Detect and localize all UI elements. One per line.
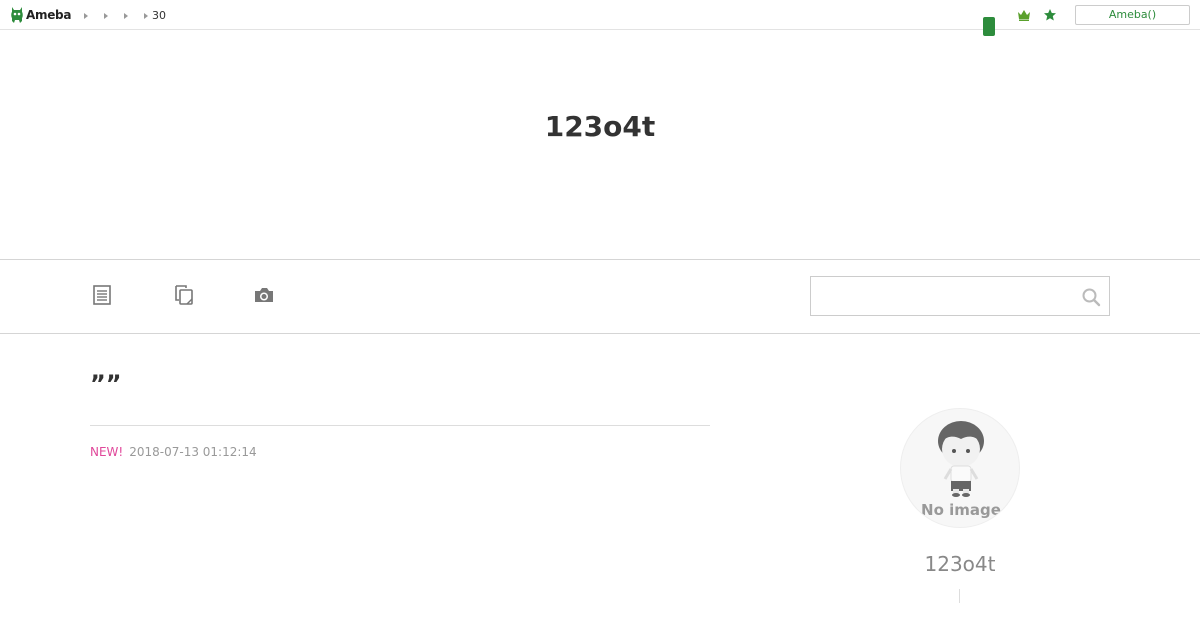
ameba-login-button[interactable]: Ameba() — [1075, 5, 1190, 25]
notification-tab[interactable] — [983, 17, 995, 36]
caret-right-icon — [124, 12, 128, 19]
entry-list-icon[interactable] — [90, 284, 114, 306]
camera-icon[interactable] — [252, 284, 276, 306]
entry-title[interactable]: ”” — [90, 370, 122, 398]
caret-right-icon — [144, 12, 148, 19]
blog-title[interactable]: 123o4t — [0, 110, 1200, 143]
profile-name[interactable]: 123o4t — [860, 552, 1060, 576]
new-badge: NEW! — [90, 445, 124, 459]
breadcrumb-item[interactable] — [104, 12, 112, 19]
blog-nav — [0, 259, 1200, 334]
ameba-logo-icon — [11, 7, 23, 23]
breadcrumb-label: 30 — [152, 9, 166, 22]
avatar[interactable]: No image — [900, 408, 1020, 528]
pages-icon[interactable] — [172, 284, 196, 306]
breadcrumb-item[interactable] — [124, 12, 132, 19]
crown-icon[interactable] — [1017, 8, 1031, 22]
breadcrumb: 30 — [84, 9, 166, 22]
ameba-logo-text: Ameba — [26, 8, 72, 22]
search-box — [810, 276, 1110, 316]
search-icon[interactable] — [1081, 287, 1101, 307]
entry-meta: NEW! 2018-07-13 01:12:14 — [90, 445, 257, 459]
caret-right-icon — [84, 12, 88, 19]
top-bar: Ameba 30 Ameba() — [0, 0, 1200, 30]
caret-right-icon — [104, 12, 108, 19]
search-input[interactable] — [811, 277, 1071, 315]
divider — [959, 589, 960, 603]
star-icon[interactable] — [1043, 8, 1057, 22]
avatar-placeholder-text: No image — [921, 501, 1001, 519]
breadcrumb-item[interactable] — [84, 12, 92, 19]
entry-timestamp: 2018-07-13 01:12:14 — [129, 445, 257, 459]
ameba-logo[interactable]: Ameba — [10, 5, 71, 25]
divider — [90, 425, 710, 426]
breadcrumb-item[interactable]: 30 — [144, 9, 166, 22]
